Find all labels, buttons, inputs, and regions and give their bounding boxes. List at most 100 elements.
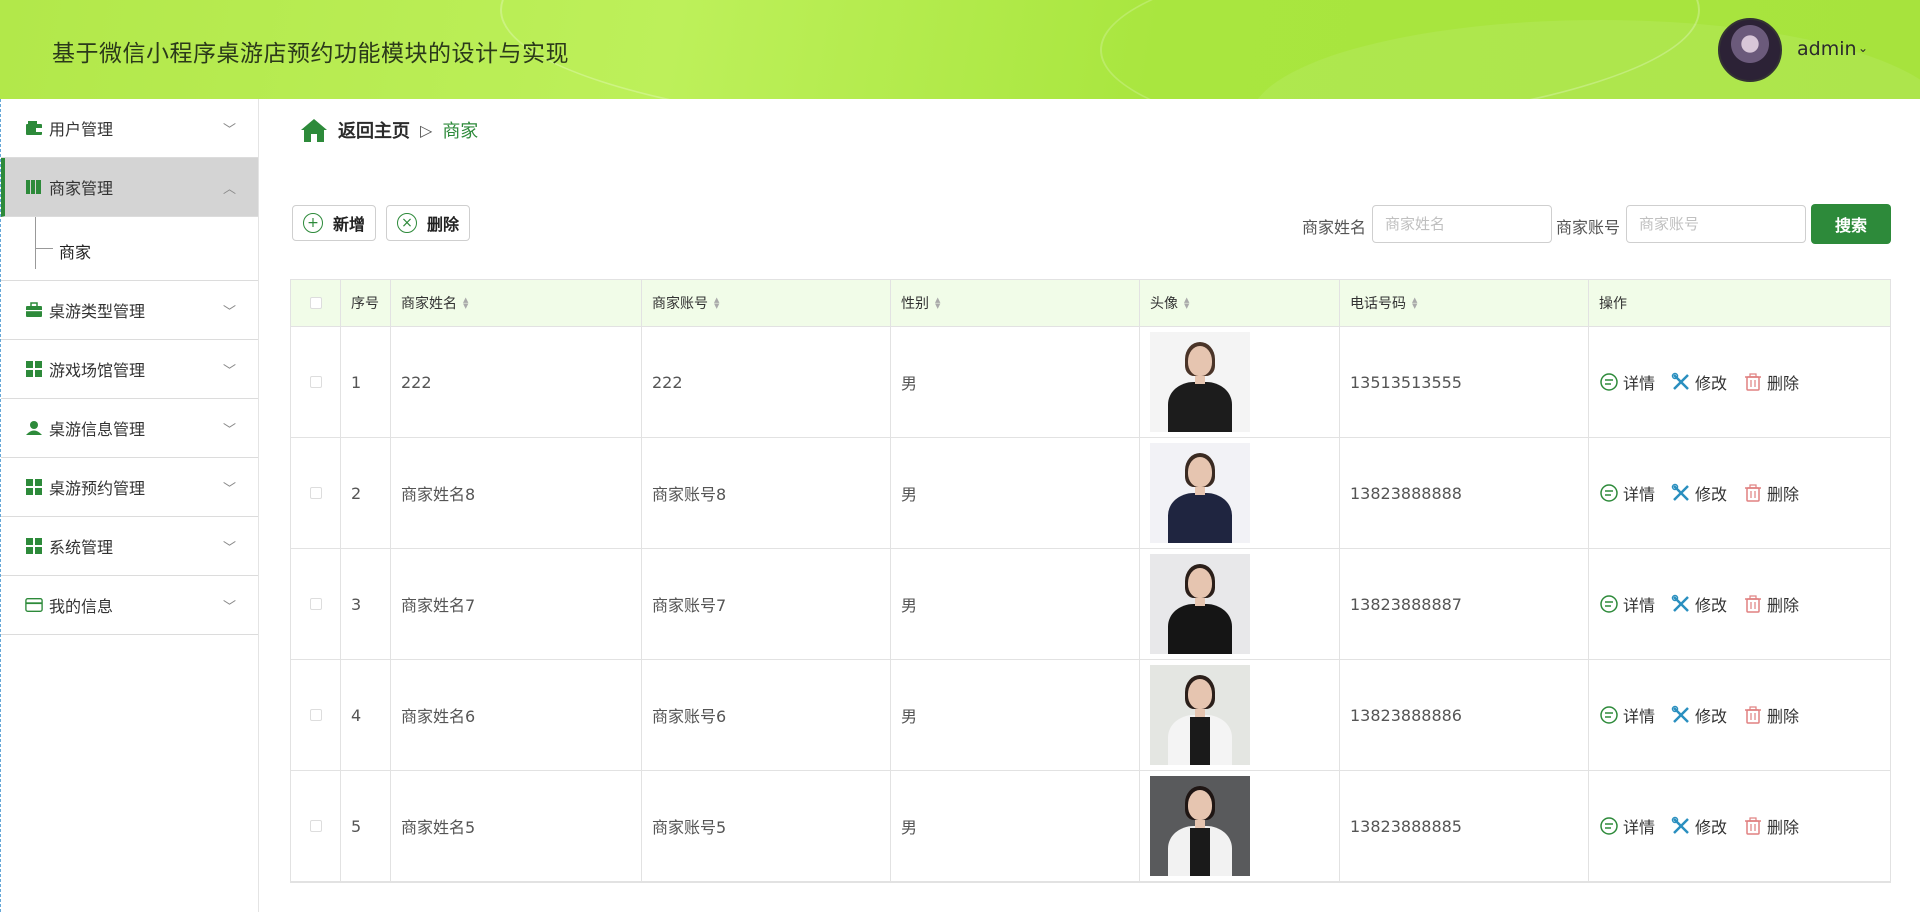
edit-button[interactable]: 修改	[1671, 814, 1727, 838]
sidebar-item[interactable]: 游戏场馆管理 ﹀	[1, 340, 258, 399]
sidebar-item-label: 我的信息	[49, 597, 114, 616]
sort-icon[interactable]: ▲ ▼	[714, 297, 719, 310]
sidebar-item[interactable]: 我的信息 ﹀	[1, 576, 258, 635]
card-icon	[25, 597, 43, 613]
edit-button[interactable]: 修改	[1671, 481, 1727, 505]
table-header: 序号 商家姓名 ▲ ▼ 商家账号 ▲ ▼ 性别 ▲ ▼ 头像 ▲ ▼ 电话号码 ▲ ▼ 操作	[291, 280, 1890, 327]
select-all-checkbox[interactable]	[309, 297, 322, 309]
sort-icon[interactable]: ▲ ▼	[1184, 297, 1189, 310]
search-account-input[interactable]	[1626, 205, 1806, 243]
grid-icon	[25, 479, 43, 495]
detail-button[interactable]: 详情	[1599, 370, 1655, 394]
detail-button[interactable]: 详情	[1599, 703, 1655, 727]
breadcrumb-current: 商家	[442, 121, 479, 142]
row-checkbox-cell	[291, 771, 341, 881]
sidebar-item[interactable]: 桌游信息管理 ﹀	[1, 399, 258, 458]
row-checkbox[interactable]	[309, 709, 322, 721]
trash-icon	[1743, 483, 1763, 503]
avatar-photo[interactable]	[1150, 665, 1250, 765]
table-body: 1 222 222 男 13513513555 详情 修改 删除 2 商家姓名8…	[291, 327, 1890, 882]
column-header-avatar[interactable]: 头像 ▲ ▼	[1140, 280, 1340, 326]
photo-part	[1168, 382, 1232, 432]
detail-button[interactable]: 详情	[1599, 814, 1655, 838]
chevron-down-icon[interactable]: ⌄	[1858, 41, 1868, 55]
table-row[interactable]: 3 商家姓名7 商家账号7 男 13823888887 详情 修改 删除	[291, 549, 1890, 660]
row-delete-button[interactable]: 删除	[1743, 814, 1799, 838]
sidebar-item[interactable]: 商家管理 ︿	[1, 158, 258, 217]
row-delete-button[interactable]: 删除	[1743, 481, 1799, 505]
detail-icon	[1599, 594, 1619, 614]
chevron-up-icon: ︿	[222, 181, 236, 197]
detail-label: 详情	[1623, 374, 1656, 393]
breadcrumb-home-link[interactable]: 返回主页	[338, 117, 410, 143]
select-all-checkbox-cell	[291, 280, 341, 326]
row-checkbox[interactable]	[309, 598, 322, 610]
chevron-down-icon: ﹀	[222, 422, 236, 438]
sidebar-item[interactable]: 桌游类型管理 ﹀	[1, 281, 258, 340]
column-header-name[interactable]: 商家姓名 ▲ ▼	[391, 280, 642, 326]
trash-icon	[1743, 594, 1763, 614]
home-icon[interactable]	[300, 117, 328, 143]
cell-actions: 详情 修改 删除	[1589, 660, 1890, 770]
add-button[interactable]: + 新增	[292, 205, 377, 241]
cell-gender: 男	[891, 771, 1140, 881]
grid-icon	[25, 361, 43, 377]
table-row[interactable]: 1 222 222 男 13513513555 详情 修改 删除	[291, 327, 1890, 438]
table-row[interactable]: 5 商家姓名5 商家账号5 男 13823888885 详情 修改 删除	[291, 771, 1890, 882]
chevron-down-icon: ﹀	[222, 363, 236, 379]
detail-icon	[1599, 816, 1619, 836]
row-delete-button[interactable]: 删除	[1743, 703, 1799, 727]
book-icon	[25, 179, 43, 195]
column-header-gender[interactable]: 性别 ▲ ▼	[891, 280, 1140, 326]
row-delete-label: 删除	[1767, 596, 1800, 615]
table-row[interactable]: 4 商家姓名6 商家账号6 男 13823888886 详情 修改 删除	[291, 660, 1890, 771]
sidebar-item[interactable]: 系统管理 ﹀	[1, 517, 258, 576]
user-menu-name[interactable]: admin	[1797, 38, 1857, 60]
photo-part	[1188, 346, 1212, 376]
edit-button[interactable]: 修改	[1671, 703, 1727, 727]
avatar-photo[interactable]	[1150, 776, 1250, 876]
tree-line	[35, 217, 36, 269]
sidebar-subitem-label: 商家	[59, 243, 92, 262]
wallet-icon	[25, 120, 43, 136]
delete-button[interactable]: × 删除	[386, 205, 471, 241]
sort-icon[interactable]: ▲ ▼	[1412, 297, 1417, 310]
avatar-photo[interactable]	[1150, 554, 1250, 654]
sidebar-item-label: 商家管理	[49, 179, 114, 198]
row-checkbox[interactable]	[309, 820, 322, 832]
sidebar-item[interactable]: 用户管理 ﹀	[1, 99, 258, 158]
user-avatar[interactable]	[1718, 18, 1782, 82]
edit-button[interactable]: 修改	[1671, 592, 1727, 616]
tools-icon	[1671, 483, 1691, 503]
column-header-phone[interactable]: 电话号码 ▲ ▼	[1340, 280, 1589, 326]
row-checkbox[interactable]	[309, 487, 322, 499]
detail-button[interactable]: 详情	[1599, 481, 1655, 505]
cell-index: 4	[341, 660, 391, 770]
sort-icon[interactable]: ▲ ▼	[935, 297, 940, 310]
search-name-input[interactable]	[1372, 205, 1552, 243]
cell-gender: 男	[891, 549, 1140, 659]
sort-icon[interactable]: ▲ ▼	[463, 297, 468, 310]
edit-button[interactable]: 修改	[1671, 370, 1727, 394]
avatar-photo[interactable]	[1150, 332, 1250, 432]
sidebar-item-label: 桌游预约管理	[49, 479, 146, 498]
row-checkbox[interactable]	[309, 376, 322, 388]
cell-name: 商家姓名7	[391, 549, 642, 659]
chevron-down-icon: ﹀	[222, 481, 236, 497]
row-checkbox-cell	[291, 549, 341, 659]
row-delete-button[interactable]: 删除	[1743, 370, 1799, 394]
detail-label: 详情	[1623, 707, 1656, 726]
sidebar-item[interactable]: 桌游预约管理 ﹀	[1, 458, 258, 517]
detail-button[interactable]: 详情	[1599, 592, 1655, 616]
row-delete-label: 删除	[1767, 707, 1800, 726]
column-header-account[interactable]: 商家账号 ▲ ▼	[642, 280, 891, 326]
photo-part	[1168, 604, 1232, 654]
search-button[interactable]: 搜索	[1811, 204, 1891, 244]
tools-icon	[1671, 816, 1691, 836]
avatar-photo[interactable]	[1150, 443, 1250, 543]
sidebar-subitem[interactable]: 商家	[1, 217, 258, 281]
photo-part	[1188, 457, 1212, 487]
close-circle-icon: ×	[397, 213, 417, 233]
table-row[interactable]: 2 商家姓名8 商家账号8 男 13823888888 详情 修改 删除	[291, 438, 1890, 549]
row-delete-button[interactable]: 删除	[1743, 592, 1799, 616]
